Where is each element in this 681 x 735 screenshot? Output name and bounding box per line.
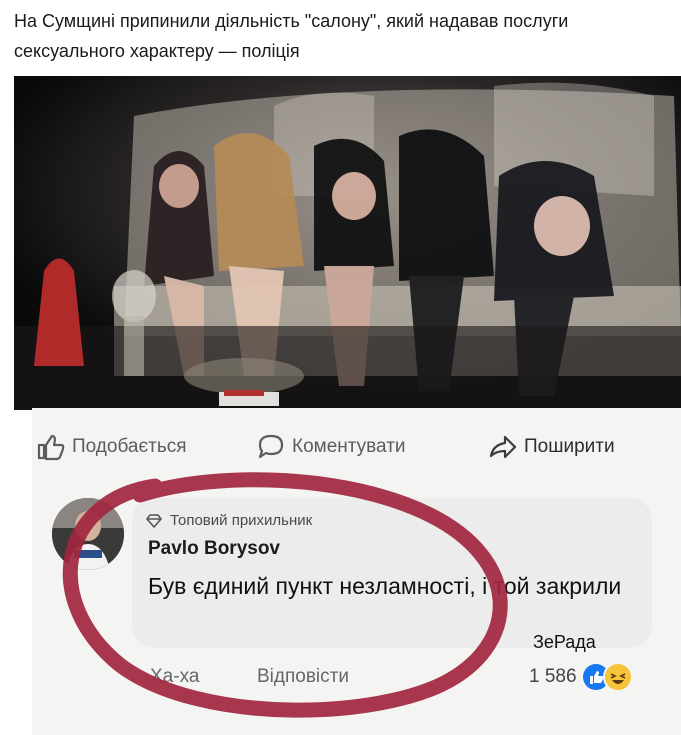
diamond-icon bbox=[146, 513, 162, 528]
haha-reaction-button[interactable]: Ха-ха bbox=[150, 666, 199, 688]
reply-button[interactable]: Відповісти bbox=[257, 666, 349, 688]
haha-reaction-icon bbox=[602, 662, 633, 692]
like-button[interactable]: Подобається bbox=[36, 432, 187, 462]
comment-bubble-icon bbox=[258, 434, 284, 459]
comment-text: Був єдиний пункт незламності, і той закр… bbox=[148, 573, 622, 599]
news-photo bbox=[14, 76, 681, 410]
avatar-image bbox=[52, 498, 124, 570]
comment-button[interactable]: Коментувати bbox=[256, 432, 406, 462]
facebook-comment-screenshot: Подобається Коментувати Поширити Топовий… bbox=[32, 408, 681, 735]
comment-author[interactable]: Pavlo Borysov bbox=[148, 538, 280, 560]
share-button[interactable]: Поширити bbox=[488, 432, 615, 462]
tag-label: ЗеРада bbox=[533, 632, 596, 652]
avatar[interactable] bbox=[52, 498, 124, 570]
reaction-count: 1 586 bbox=[529, 666, 577, 687]
badge-label: Топовий прихильник bbox=[170, 512, 313, 529]
post-action-bar: Подобається Коментувати Поширити bbox=[32, 408, 681, 480]
like-label: Подобається bbox=[72, 436, 187, 457]
article-headline[interactable]: На Сумщині припинили діяльність "салону"… bbox=[14, 6, 674, 66]
photo-illustration bbox=[14, 76, 681, 410]
share-arrow-icon bbox=[489, 435, 517, 459]
top-fan-badge: Топовий прихильник bbox=[146, 512, 312, 529]
comment-label: Коментувати bbox=[292, 436, 406, 457]
reaction-summary[interactable]: 1 586 bbox=[529, 662, 633, 692]
comment-bubble: Топовий прихильник Pavlo Borysov Був єди… bbox=[132, 498, 652, 648]
share-label: Поширити bbox=[524, 436, 615, 457]
thumbs-up-icon bbox=[37, 434, 65, 461]
